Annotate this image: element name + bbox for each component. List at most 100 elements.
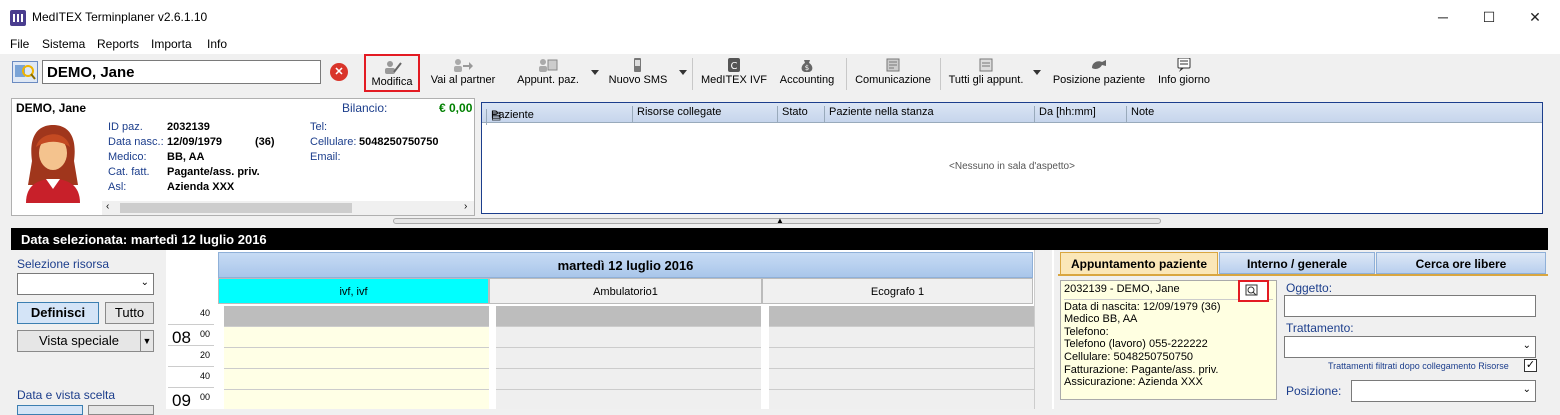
menu-sistema[interactable]: Sistema bbox=[42, 37, 85, 51]
slot-column-ivf[interactable] bbox=[224, 306, 489, 409]
nuovo-sms-dropdown-icon[interactable] bbox=[679, 70, 687, 75]
filter-checkbox[interactable]: ✓ bbox=[1524, 359, 1537, 372]
id-label: ID paz. bbox=[108, 121, 143, 133]
accounting-button[interactable]: $ Accounting bbox=[776, 54, 838, 92]
asl-value: Azienda XXX bbox=[167, 181, 235, 193]
posizione-paziente-button[interactable]: Posizione paziente bbox=[1050, 54, 1148, 92]
doctor-label: Medico: bbox=[108, 151, 147, 163]
slot-cell[interactable] bbox=[769, 327, 1034, 348]
scroll-right-icon[interactable]: › bbox=[464, 201, 467, 212]
svg-text:$: $ bbox=[805, 64, 809, 72]
patient-lookup-button[interactable] bbox=[1238, 280, 1269, 302]
collapse-up-icon[interactable]: ▲ bbox=[776, 216, 784, 225]
resource-ecografo1[interactable]: Ecografo 1 bbox=[762, 278, 1033, 304]
cell-value: 5048250750750 bbox=[359, 136, 439, 148]
appt-line: Telefono: bbox=[1064, 325, 1109, 338]
posizione-select[interactable]: ⌄ bbox=[1351, 380, 1536, 402]
calendar-date-header: martedì 12 luglio 2016 bbox=[218, 252, 1033, 278]
minimize-button[interactable]: ─ bbox=[1420, 0, 1466, 34]
slot-cell[interactable] bbox=[496, 369, 761, 390]
appt-line: Data di nascita: 12/09/1979 (36) bbox=[1064, 300, 1221, 313]
nuovo-sms-button[interactable]: Nuovo SMS bbox=[606, 54, 670, 92]
slot-cell[interactable] bbox=[496, 327, 761, 348]
slot-cell[interactable] bbox=[769, 348, 1034, 369]
time-slot: 20 bbox=[168, 346, 214, 367]
appt-line: Telefono (lavoro) 055-222222 bbox=[1064, 338, 1208, 351]
meditex-ivf-button[interactable]: C MedITEX IVF bbox=[700, 54, 768, 92]
appt-line: Assicurazione: Azienda XXX bbox=[1064, 376, 1203, 389]
slot-cell[interactable] bbox=[769, 369, 1034, 390]
tutto-button[interactable]: Tutto bbox=[105, 302, 154, 324]
trattamento-select[interactable]: ⌄ bbox=[1284, 336, 1536, 358]
resource-select[interactable]: ⌄ bbox=[17, 273, 154, 295]
doctor-value: BB, AA bbox=[167, 151, 205, 163]
slot-cell[interactable] bbox=[224, 369, 489, 390]
slot-cell[interactable] bbox=[224, 348, 489, 369]
maximize-button[interactable]: ☐ bbox=[1466, 0, 1512, 34]
calendar-vscrollbar[interactable] bbox=[1034, 250, 1052, 409]
app-icon bbox=[10, 10, 26, 26]
scroll-left-icon[interactable]: ‹ bbox=[106, 201, 109, 212]
communication-icon bbox=[886, 58, 900, 72]
tab-cerca-ore-libere[interactable]: Cerca ore libere bbox=[1376, 252, 1546, 274]
menu-info[interactable]: Info bbox=[207, 37, 227, 51]
patient-search-icon[interactable] bbox=[12, 61, 38, 83]
bilancio-value: € 0,00 bbox=[439, 101, 473, 115]
oggetto-input[interactable] bbox=[1284, 295, 1536, 317]
email-label: Email: bbox=[310, 151, 341, 163]
tab-underline bbox=[1058, 274, 1548, 276]
col-note[interactable]: Note bbox=[1126, 106, 1542, 122]
close-button[interactable]: ✕ bbox=[1512, 0, 1558, 34]
meditex-icon: C bbox=[728, 58, 740, 72]
edit-user-icon bbox=[385, 61, 402, 74]
col-stato[interactable]: Stato bbox=[777, 106, 824, 122]
clear-patient-icon[interactable]: ✕ bbox=[330, 63, 348, 81]
col-paziente[interactable]: ▤ Paziente bbox=[482, 106, 632, 125]
search-icon bbox=[1245, 284, 1258, 296]
col-da[interactable]: Da [hh:mm] bbox=[1034, 106, 1126, 122]
slot-column-ecografo[interactable] bbox=[769, 306, 1034, 409]
appunt-paz-button[interactable]: Appunt. paz. bbox=[512, 54, 584, 92]
vai-al-partner-button[interactable]: Vai al partner bbox=[428, 54, 498, 92]
resource-ambulatorio1[interactable]: Ambulatorio1 bbox=[489, 278, 762, 304]
menu-reports[interactable]: Reports bbox=[97, 37, 139, 51]
menu-file[interactable]: File bbox=[10, 37, 29, 51]
speech-bubble-icon bbox=[1177, 58, 1191, 72]
col-paziente-stanza[interactable]: Paziente nella stanza bbox=[824, 106, 1034, 122]
resource-ivf[interactable]: ivf, ivf bbox=[218, 278, 489, 304]
all-appointments-icon bbox=[979, 58, 993, 72]
toolbar-separator bbox=[940, 58, 941, 90]
appt-line: Fatturazione: Pagante/ass. priv. bbox=[1064, 363, 1219, 376]
patient-hscrollbar[interactable]: ‹ › bbox=[102, 201, 474, 215]
tutti-appunt-dropdown-icon[interactable] bbox=[1033, 70, 1041, 75]
money-bag-icon: $ bbox=[801, 60, 813, 72]
slot-cell[interactable] bbox=[224, 306, 489, 327]
vista-speciale-dropdown-icon[interactable]: ▼ bbox=[140, 330, 154, 352]
trattamento-label: Trattamento: bbox=[1286, 321, 1354, 335]
tab-interno-generale[interactable]: Interno / generale bbox=[1219, 252, 1375, 274]
info-giorno-button[interactable]: Info giorno bbox=[1155, 54, 1213, 92]
slot-cell[interactable] bbox=[496, 348, 761, 369]
appunt-paz-dropdown-icon[interactable] bbox=[591, 70, 599, 75]
patient-position-icon bbox=[1092, 60, 1106, 69]
date-view-button-1[interactable] bbox=[17, 405, 83, 415]
menu-importa[interactable]: Importa bbox=[151, 37, 192, 51]
date-view-button-2[interactable] bbox=[88, 405, 154, 415]
posizione-label: Posizione: bbox=[1286, 384, 1342, 398]
slot-cell[interactable] bbox=[769, 306, 1034, 327]
tab-appuntamento-paziente[interactable]: Appuntamento paziente bbox=[1060, 252, 1218, 274]
toolbar-separator bbox=[692, 58, 693, 90]
tutti-appunt-button[interactable]: Tutti gli appunt. bbox=[946, 54, 1026, 92]
col-risorse[interactable]: Risorse collegate bbox=[632, 106, 777, 122]
time-slot: 40 bbox=[168, 367, 214, 388]
patient-search-input[interactable]: DEMO, Jane bbox=[42, 60, 321, 84]
waiting-room-header: ▤ Paziente Risorse collegate Stato Pazie… bbox=[482, 103, 1542, 125]
definisci-button[interactable]: Definisci bbox=[17, 302, 99, 324]
slot-cell[interactable] bbox=[224, 327, 489, 348]
vista-speciale-button[interactable]: Vista speciale bbox=[17, 330, 141, 352]
scroll-thumb[interactable] bbox=[120, 203, 352, 213]
comunicazione-button[interactable]: Comunicazione bbox=[853, 54, 933, 92]
slot-column-ambulatorio[interactable] bbox=[496, 306, 761, 409]
modifica-button[interactable]: Modifica bbox=[364, 54, 420, 92]
slot-cell[interactable] bbox=[496, 306, 761, 327]
